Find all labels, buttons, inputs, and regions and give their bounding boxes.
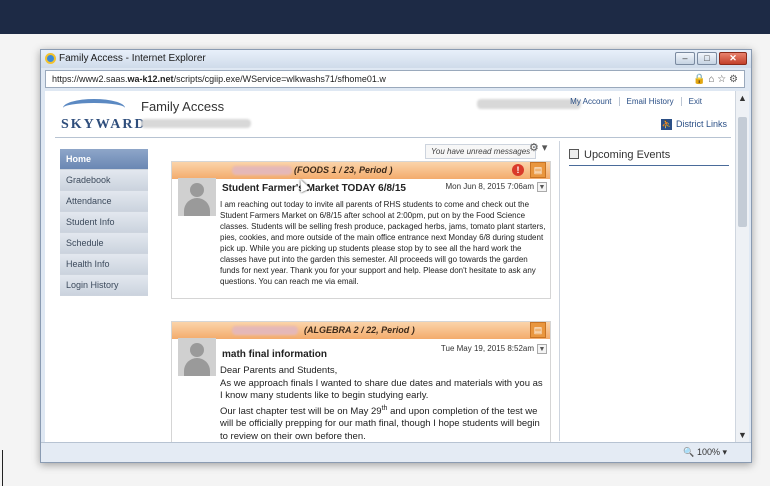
redacted-teacher — [232, 166, 292, 175]
top-links: My Account Email History Exit — [563, 97, 709, 106]
scroll-up-icon[interactable]: ▲ — [738, 93, 747, 103]
minimize-button[interactable]: – — [675, 52, 695, 65]
my-account-link[interactable]: My Account — [563, 97, 618, 106]
exit-link[interactable]: Exit — [680, 97, 709, 106]
address-bar[interactable]: https://www2.saas.wa-k12.net/scripts/cgi… — [45, 70, 745, 88]
district-links-label: District Links — [675, 119, 727, 129]
avatar — [178, 338, 216, 376]
message-paragraph: As we approach finals I wanted to share … — [220, 377, 543, 402]
sidebar-item-login-history[interactable]: Login History — [60, 275, 148, 296]
page-content: SKYWARD Family Access My Account Email H… — [45, 91, 749, 442]
message-subject[interactable]: math final information — [222, 349, 327, 360]
upcoming-events-title: Upcoming Events — [584, 149, 671, 161]
lock-icon: 🔒 — [693, 74, 706, 85]
favorites-star-icon[interactable]: ☆ — [717, 74, 726, 85]
avatar — [178, 178, 216, 216]
zoom-level: 100% — [696, 447, 720, 457]
window-title: Family Access - Internet Explorer — [59, 53, 206, 64]
home-icon[interactable]: ⌂ — [708, 74, 714, 85]
close-button[interactable]: ✕ — [719, 52, 747, 65]
unread-messages-button[interactable]: You have unread messages — [425, 144, 537, 159]
maximize-button[interactable]: □ — [697, 52, 717, 65]
person-icon: ⛹ — [660, 119, 672, 131]
message-card: (FOODS 1 / 23, Period ) ! ▤ Student Farm… — [171, 161, 551, 299]
sidebar-item-student-info[interactable]: Student Info — [60, 212, 148, 233]
status-bar: 🔍 100% ▾ — [41, 442, 751, 462]
message-paragraph: Our last chapter test will be on May 29t… — [220, 404, 540, 442]
events-underline — [569, 165, 729, 166]
message-course: (ALGEBRA 2 / 22, Period ) — [304, 325, 415, 335]
message-header: (ALGEBRA 2 / 22, Period ) ▤ — [172, 322, 550, 339]
email-history-link[interactable]: Email History — [618, 97, 681, 106]
message-course: (FOODS 1 / 23, Period ) — [294, 165, 393, 175]
redacted-name — [141, 119, 251, 128]
sidebar-item-gradebook[interactable]: Gradebook — [60, 170, 148, 191]
message-greeting: Dear Parents and Students, — [220, 365, 338, 376]
chevron-down-icon[interactable]: ▼ — [537, 344, 547, 354]
window-controls: – □ ✕ — [675, 52, 747, 65]
upcoming-events-header: Upcoming Events — [569, 149, 670, 161]
book-icon[interactable]: ▤ — [530, 322, 546, 338]
message-date: Mon Jun 8, 2015 7:06am — [445, 182, 534, 191]
tools-gear-icon[interactable]: ⚙ — [729, 74, 738, 85]
column-divider — [559, 141, 560, 441]
page-title: Family Access — [141, 99, 225, 114]
top-dark-bar — [0, 0, 770, 34]
alert-icon[interactable]: ! — [512, 164, 524, 176]
chevron-down-icon[interactable]: ▼ — [537, 182, 547, 192]
zoom-control[interactable]: 🔍 100% ▾ — [683, 447, 727, 458]
message-subject[interactable]: Student Farmer's Market TODAY 6/8/15 — [222, 183, 406, 194]
sidebar-item-schedule[interactable]: Schedule — [60, 233, 148, 254]
browser-window: Family Access - Internet Explorer – □ ✕ … — [40, 49, 752, 463]
sidebar-item-home[interactable]: Home — [60, 149, 148, 170]
internet-explorer-icon — [45, 53, 56, 64]
vertical-scrollbar[interactable]: ▲ ▼ — [735, 91, 749, 442]
message-body: Dear Parents and Students, As we approac… — [220, 365, 546, 442]
calendar-icon — [569, 149, 579, 159]
url-path: /scripts/cgiip.exe/WService=wlkwashs71/s… — [173, 74, 386, 84]
scroll-down-icon[interactable]: ▼ — [738, 430, 747, 440]
district-links[interactable]: ⛹ District Links — [660, 119, 727, 131]
sidebar: Home Gradebook Attendance Student Info S… — [60, 149, 148, 296]
url-host: wa-k12.net — [127, 74, 174, 84]
address-icons: 🔒 ⌂ ☆ ⚙ — [693, 72, 738, 88]
skyward-swoosh-icon — [63, 99, 125, 117]
header-divider — [55, 137, 731, 138]
skyward-logo: SKYWARD — [61, 117, 147, 132]
zoom-icon: 🔍 — [683, 447, 695, 457]
message-date: Tue May 19, 2015 8:52am — [440, 344, 534, 353]
left-edge-line — [2, 450, 3, 486]
redacted-teacher — [232, 326, 298, 335]
message-card: (ALGEBRA 2 / 22, Period ) ▤ math final i… — [171, 321, 551, 442]
window-titlebar[interactable]: Family Access - Internet Explorer – □ ✕ — [41, 50, 751, 68]
settings-gear-icon[interactable]: ⚙ ▾ — [529, 141, 547, 154]
book-icon[interactable]: ▤ — [530, 162, 546, 178]
message-body: I am reaching out today to invite all pa… — [220, 200, 546, 286]
sidebar-item-health-info[interactable]: Health Info — [60, 254, 148, 275]
url-prefix: https://www2.saas. — [52, 74, 128, 84]
scroll-thumb[interactable] — [738, 117, 747, 227]
sidebar-item-attendance[interactable]: Attendance — [60, 191, 148, 212]
message-header: (FOODS 1 / 23, Period ) ! ▤ — [172, 162, 550, 179]
